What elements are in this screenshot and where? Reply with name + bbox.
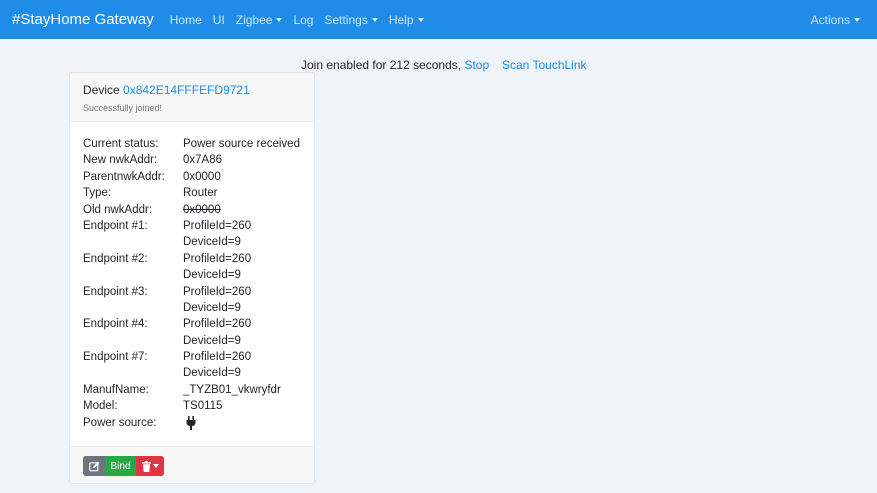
info-key: ManufName:	[83, 383, 149, 396]
caret-down-icon	[371, 17, 378, 22]
info-key	[83, 365, 183, 381]
nav-log-label: Log	[293, 12, 314, 27]
info-value: Router	[183, 187, 218, 200]
nav-ui-label: UI	[212, 12, 225, 27]
info-value: DeviceId=9	[183, 334, 241, 347]
info-value: DeviceId=9	[183, 236, 241, 249]
info-row: ManufName: _TYZB01_vkwryfdr	[83, 382, 301, 398]
info-key: Type:	[83, 187, 112, 200]
device-title: Device 0x842E14FFFEFD9721	[83, 83, 301, 97]
device-title-prefix: Device	[83, 83, 120, 97]
device-join-status: Successfully joined!	[83, 103, 163, 113]
device-info: Current status: Power source received New…	[70, 122, 314, 445]
old-nwkaddr-value: 0x0000	[183, 203, 221, 216]
info-row: Endpoint #2: ProfileId=260	[83, 251, 301, 267]
info-key: ParentnwkAddr:	[83, 170, 165, 183]
info-value: Power source received	[183, 138, 300, 150]
info-key	[83, 234, 183, 250]
trash-icon	[141, 460, 151, 472]
info-row: New nwkAddr: 0x7A86	[83, 152, 301, 168]
stop-join-link[interactable]: Stop	[464, 58, 489, 72]
info-row: Power source:	[83, 415, 301, 431]
info-key: Endpoint #3:	[83, 285, 148, 298]
caret-down-icon	[152, 464, 159, 468]
nav-actions-dropdown[interactable]: Actions	[811, 13, 860, 27]
device-card-header: Device 0x842E14FFFEFD9721 Successfully j…	[70, 73, 314, 122]
info-value: ProfileId=260	[183, 318, 252, 331]
power-source-value	[183, 415, 197, 431]
device-card-footer: Bind	[70, 446, 314, 483]
info-key: Old nwkAddr:	[83, 203, 153, 216]
join-status-text: Join enabled for 212 seconds,	[301, 58, 462, 72]
plug-icon	[186, 415, 196, 430]
nav-actions-label: Actions	[810, 12, 850, 27]
info-row: DeviceId=9	[83, 365, 301, 381]
scan-touchlink-link[interactable]: Scan TouchLink	[502, 58, 587, 72]
edit-icon	[88, 461, 99, 471]
caret-down-icon	[854, 17, 860, 22]
info-key: Endpoint #7:	[83, 351, 148, 364]
info-value: 0x0000	[183, 170, 221, 183]
info-key: Endpoint #2:	[83, 252, 148, 265]
info-row: DeviceId=9	[83, 234, 301, 250]
join-status-bar: Join enabled for 212 seconds, Stop Scan …	[0, 58, 877, 72]
power-source-key: Power source:	[83, 416, 157, 429]
info-key: Model:	[83, 400, 118, 413]
info-row: DeviceId=9	[83, 300, 301, 316]
info-key: Endpoint #1:	[83, 219, 148, 232]
nav-log[interactable]: Log	[293, 13, 313, 27]
nav-ui[interactable]: UI	[213, 13, 225, 27]
info-row: Type: Router	[83, 185, 301, 201]
info-row: Current status: Power source received	[83, 136, 301, 152]
nav-help-label: Help	[388, 12, 414, 27]
info-value: ProfileId=260	[183, 285, 252, 298]
nav-zigbee-dropdown[interactable]: Zigbee	[236, 13, 283, 27]
nav-settings-label: Settings	[324, 12, 368, 27]
caret-down-icon	[276, 17, 283, 22]
navbar: #StayHome Gateway Home UI Zigbee Log Set…	[0, 0, 877, 39]
info-value: TS0115	[183, 400, 223, 413]
info-row: DeviceId=9	[83, 267, 301, 283]
device-address-link[interactable]: 0x842E14FFFEFD9721	[123, 83, 250, 97]
info-value: ProfileId=260	[183, 351, 252, 364]
info-key: New nwkAddr:	[83, 154, 158, 167]
info-row: Old nwkAddr: 0x0000	[83, 202, 301, 218]
device-card: Device 0x842E14FFFEFD9721 Successfully j…	[69, 72, 315, 484]
info-value: 0x7A86	[183, 154, 223, 167]
info-value: DeviceId=9	[183, 269, 241, 282]
info-key: Endpoint #4:	[83, 318, 148, 331]
info-row: DeviceId=9	[83, 333, 301, 349]
info-key: Current status:	[83, 138, 159, 150]
nav-settings-dropdown[interactable]: Settings	[324, 12, 378, 27]
info-row: Model: TS0115	[83, 398, 301, 414]
delete-dropdown-button[interactable]	[136, 456, 164, 476]
info-key	[83, 267, 183, 283]
info-row: Endpoint #7: ProfileId=260	[83, 349, 301, 365]
nav-home-label: Home	[169, 12, 202, 27]
nav-zigbee-label: Zigbee	[235, 12, 273, 27]
brand-title[interactable]: #StayHome Gateway	[12, 11, 154, 28]
nav-help-dropdown[interactable]: Help	[389, 13, 424, 27]
info-key	[83, 300, 183, 316]
info-row: Endpoint #4: ProfileId=260	[83, 316, 301, 332]
caret-down-icon	[417, 17, 424, 22]
info-value: DeviceId=9	[183, 301, 241, 314]
join-status: Join enabled for 212 seconds, Stop	[301, 58, 489, 72]
info-row: ParentnwkAddr: 0x0000	[83, 169, 301, 185]
info-value: DeviceId=9	[183, 367, 241, 380]
info-value: ProfileId=260	[183, 252, 252, 265]
bind-button[interactable]: Bind	[105, 456, 136, 476]
info-value: _TYZB01_vkwryfdr	[183, 383, 281, 396]
info-value: ProfileId=260	[183, 219, 252, 232]
info-row: Endpoint #3: ProfileId=260	[83, 284, 301, 300]
nav-home[interactable]: Home	[170, 13, 202, 27]
edit-button[interactable]	[83, 456, 105, 476]
info-key	[83, 333, 183, 349]
info-row: Endpoint #1: ProfileId=260	[83, 218, 301, 234]
